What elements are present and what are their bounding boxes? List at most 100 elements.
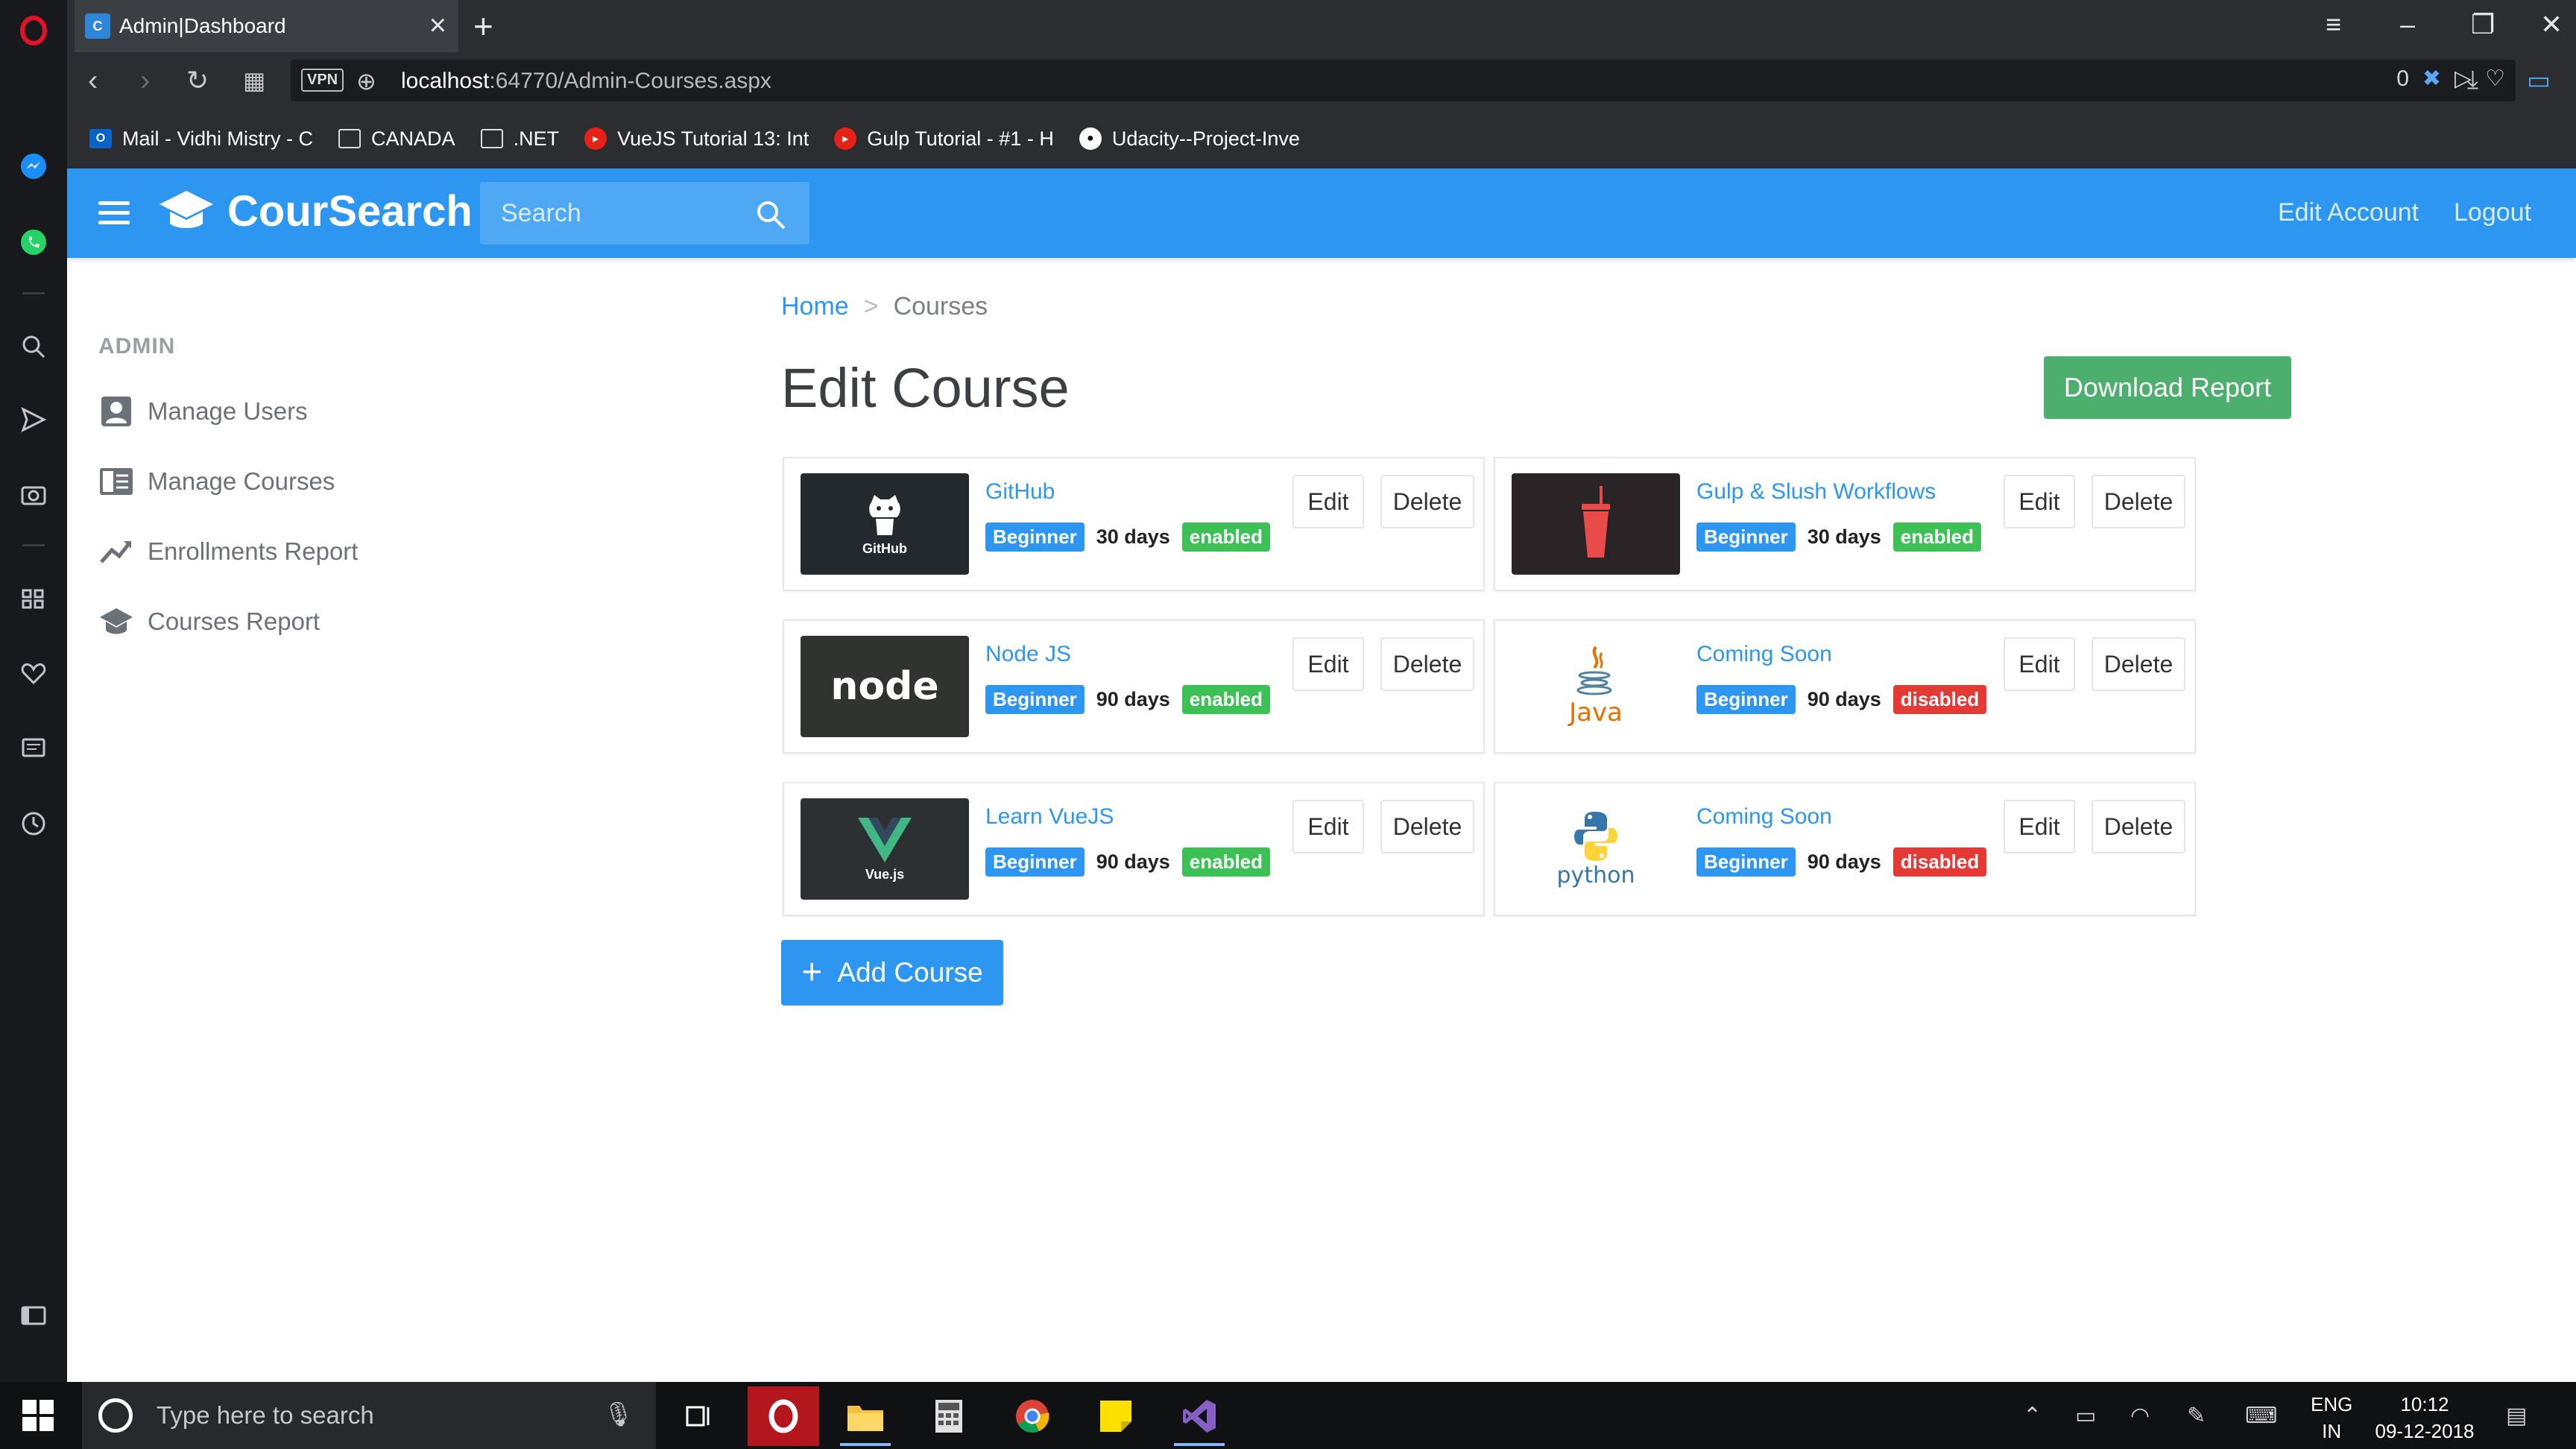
close-window-icon[interactable]: ✕ [2540,6,2563,43]
delete-button[interactable]: Delete [2092,637,2185,691]
restore-icon[interactable]: ❐ [2471,6,2495,43]
address-bar[interactable]: VPN ⊕ localhost:64770/Admin-Courses.aspx… [291,60,2516,101]
send-icon[interactable] [16,402,51,437]
tab-admin-dashboard[interactable]: C Admin|Dashboard × [75,0,458,52]
hamburger-menu-icon[interactable] [98,201,130,230]
calculator-icon[interactable] [913,1386,985,1446]
bookmark-mail[interactable]: O Mail - Vidhi Mistry - C [89,127,313,151]
url-text[interactable]: localhost:64770/Admin-Courses.aspx [401,69,771,94]
tab-menu-icon[interactable]: ≡ [2326,6,2341,43]
keyboard-icon[interactable]: ⌨ [2245,1403,2277,1429]
course-title-link[interactable]: GitHub [985,479,1055,505]
bookmark-heart-icon[interactable]: ♡ [2485,66,2505,92]
language-bottom: IN [2322,1420,2342,1442]
downloads-icon[interactable]: ⤓ [2467,66,2478,95]
chrome-icon[interactable] [997,1386,1068,1446]
add-course-button[interactable]: + Add Course [781,940,1003,1006]
opera-logo-icon[interactable] [16,13,51,48]
status-badge: enabled [1181,523,1271,552]
minimize-icon[interactable]: – [2400,6,2415,43]
show-hidden-icons-icon[interactable]: ⌃ [2023,1403,2042,1429]
sidebar-item-courses-report[interactable]: Courses Report [98,604,320,640]
course-thumbnail[interactable]: GitHub [801,473,969,575]
level-badge: Beginner [985,847,1085,877]
bookmark-vuejs-tutorial[interactable]: ▸ VueJS Tutorial 13: Int [584,127,809,151]
edit-button[interactable]: Edit [2004,475,2075,528]
bookmark-canada[interactable]: CANADA [338,127,455,151]
sidebar-item-enrollments-report[interactable]: Enrollments Report [98,534,358,569]
wifi-icon[interactable]: ◠ [2130,1403,2150,1429]
windows-start-icon[interactable] [22,1400,54,1431]
course-thumbnail[interactable] [1512,473,1680,575]
edit-button[interactable]: Edit [1292,475,1364,528]
bookmark-udacity[interactable]: ● Udacity--Project-Inve [1079,127,1300,151]
course-title-link[interactable]: Learn VueJS [985,804,1114,830]
sidebar-item-manage-users[interactable]: Manage Users [98,394,308,429]
heart-icon[interactable] [16,656,51,690]
search-input[interactable] [480,182,748,244]
bookmark-label: Udacity--Project-Inve [1111,127,1300,150]
address-bar-actions: 0 ✖ ▷ ♡ [2396,66,2505,92]
brand-name[interactable]: CourSearch [227,186,473,236]
reload-icon[interactable]: ↻ [186,63,209,98]
edit-button[interactable]: Edit [2004,800,2075,853]
tab-title: Admin|Dashboard [119,14,286,37]
bookmark-gulp-tutorial[interactable]: ▸ Gulp Tutorial - #1 - H [834,127,1054,151]
opera-taskbar-icon[interactable] [748,1386,819,1446]
course-thumbnail[interactable]: node [801,636,969,737]
search-icon[interactable] [754,198,787,231]
visual-studio-icon[interactable] [1164,1386,1235,1446]
breadcrumb-home-link[interactable]: Home [781,292,849,321]
course-thumbnail[interactable]: python [1512,798,1680,900]
course-title-link[interactable]: Coming Soon [1696,804,1832,830]
sticky-notes-icon[interactable] [1080,1386,1152,1446]
bookmark-dotnet[interactable]: .NET [480,127,559,151]
edit-account-link[interactable]: Edit Account [2278,198,2419,227]
ad-blocker-icon[interactable]: ✖ [2422,66,2441,92]
tabs-grid-icon[interactable]: ▦ [243,63,265,98]
delete-button[interactable]: Delete [1380,475,1474,528]
action-center-icon[interactable]: ▤ [2506,1403,2527,1429]
course-title-link[interactable]: Coming Soon [1696,642,1832,667]
file-explorer-icon[interactable] [830,1386,901,1446]
logout-link[interactable]: Logout [2454,198,2531,227]
history-icon[interactable] [16,806,51,841]
search-icon[interactable] [16,329,51,364]
ad-blocker-count[interactable]: 0 [2396,66,2409,92]
course-thumbnail[interactable]: Vue.js [801,798,969,900]
taskbar-search[interactable]: Type here to search 🎙 [82,1382,656,1449]
course-thumbnail[interactable]: Java [1512,636,1680,737]
course-title-link[interactable]: Gulp & Slush Workflows [1696,479,1936,505]
battery-saver-icon[interactable]: ▭ [2527,66,2551,95]
new-tab-icon[interactable]: + [473,7,493,45]
octocat-icon [869,494,900,535]
task-view-icon[interactable] [663,1386,735,1446]
delete-button[interactable]: Delete [1380,637,1474,691]
vpn-badge[interactable]: VPN [301,69,344,92]
close-tab-icon[interactable]: × [429,10,446,40]
thumbnail-label: Java [1569,698,1623,727]
site-info-icon[interactable]: ⊕ [356,67,376,95]
camera-icon[interactable] [16,477,51,511]
forward-icon[interactable]: › [140,63,150,98]
speed-dial-icon[interactable] [16,581,51,616]
delete-button[interactable]: Delete [2092,800,2185,853]
messenger-icon[interactable] [16,149,51,183]
download-report-button[interactable]: Download Report [2044,356,2291,419]
sidebar-toggle-icon[interactable] [16,1298,51,1333]
course-title-link[interactable]: Node JS [985,642,1071,667]
pen-icon[interactable]: ✎ [2187,1403,2206,1429]
microphone-icon[interactable]: 🎙 [603,1400,634,1428]
delete-button[interactable]: Delete [2092,475,2185,528]
language-indicator[interactable]: ENG IN [2311,1391,2352,1445]
battery-icon[interactable]: ▭ [2075,1403,2096,1429]
clock[interactable]: 10:12 09-12-2018 [2369,1391,2481,1445]
news-icon[interactable] [16,730,51,765]
edit-button[interactable]: Edit [2004,637,2075,691]
edit-button[interactable]: Edit [1292,637,1364,691]
whatsapp-icon[interactable] [16,225,51,259]
delete-button[interactable]: Delete [1380,800,1474,853]
sidebar-item-manage-courses[interactable]: Manage Courses [98,464,335,499]
back-icon[interactable]: ‹ [88,63,98,98]
edit-button[interactable]: Edit [1292,800,1364,853]
